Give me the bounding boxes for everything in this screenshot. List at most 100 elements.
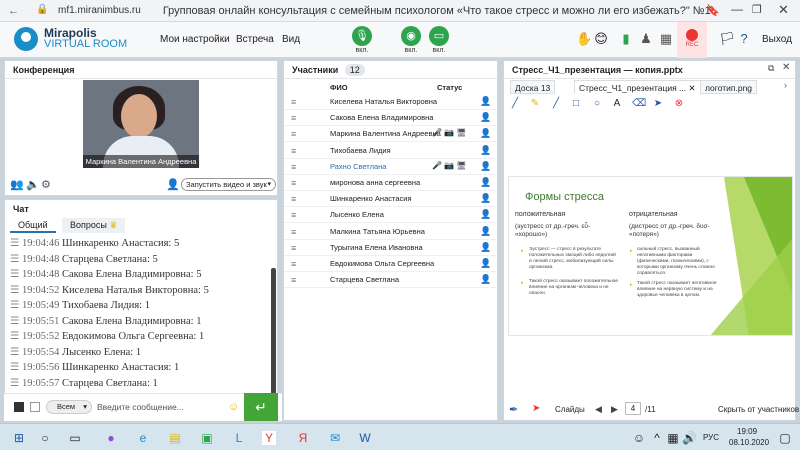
emoji-icon[interactable]: 😊 <box>594 32 608 46</box>
message-menu-icon[interactable]: ☰ <box>10 362 22 373</box>
video-tile[interactable]: Маркина Валентина Андреевна <box>83 80 199 168</box>
ellipse-icon[interactable]: ○ <box>591 98 603 109</box>
camera-toggle[interactable]: ◉ вкл. <box>401 26 421 54</box>
message-menu-icon[interactable]: ☰ <box>10 316 22 327</box>
drag-handle-icon[interactable]: ≡ <box>291 194 296 204</box>
tray-language[interactable]: РУС <box>703 433 719 442</box>
language-flag-icon[interactable]: 🏳 <box>719 32 736 46</box>
participant-row[interactable]: ≡ Рахно Светлана 🎤 📷 🖥 👤 <box>284 159 496 175</box>
column-status-header[interactable]: Статус <box>437 83 462 92</box>
presenter-icon[interactable]: ♟ <box>639 32 653 46</box>
drag-handle-icon[interactable]: ≡ <box>291 227 296 237</box>
pen-icon[interactable]: ╱ <box>509 98 521 109</box>
message-menu-icon[interactable]: ☰ <box>10 347 22 358</box>
text-icon[interactable]: A <box>611 98 623 109</box>
recipient-select[interactable]: Всем ▾ <box>46 400 92 414</box>
drag-handle-icon[interactable]: ≡ <box>291 129 296 139</box>
tab-general[interactable]: Общий <box>10 218 56 233</box>
tray-chevron-icon[interactable]: ^ <box>650 431 664 445</box>
send-button[interactable]: ↵ <box>244 393 278 421</box>
tray-time[interactable]: 19:09 <box>737 427 757 436</box>
page-input[interactable]: 4 <box>625 402 641 415</box>
mail-icon[interactable]: ✉ <box>328 431 342 445</box>
back-arrow-icon[interactable]: ← <box>8 5 19 17</box>
tab-board[interactable]: Доска 13 <box>510 80 556 94</box>
participant-row[interactable]: ≡ Лысенко Елена 👤 <box>284 207 496 224</box>
message-menu-icon[interactable]: ☰ <box>10 285 22 296</box>
drag-handle-icon[interactable]: ≡ <box>291 259 296 269</box>
explorer-icon[interactable]: ▤ <box>168 431 182 445</box>
chat-scrollbar[interactable] <box>271 268 276 394</box>
participant-row[interactable]: ≡ Шинкаренко Анастасия 👤 <box>284 191 496 208</box>
participant-row[interactable]: ≡ Евдокимова Ольга Сергеевна 👤 <box>284 256 496 272</box>
message-menu-icon[interactable]: ☰ <box>10 254 22 265</box>
line-icon[interactable]: ╱ <box>550 98 562 109</box>
microphone-toggle[interactable]: 🎙 вкл. <box>352 26 372 54</box>
tray-date[interactable]: 08.10.2020 <box>729 438 769 447</box>
drag-handle-icon[interactable]: ≡ <box>291 275 296 285</box>
message-menu-icon[interactable]: ☰ <box>10 378 22 389</box>
message-menu-icon[interactable]: ☰ <box>10 331 22 342</box>
hide-from-participants[interactable]: Скрыть от участников <box>718 405 799 414</box>
drag-handle-icon[interactable]: ≡ <box>291 210 296 220</box>
user-settings-icon[interactable]: ⚙ <box>41 178 51 191</box>
alice-icon[interactable]: ● <box>104 431 118 445</box>
tray-volume-icon[interactable]: 🔊 <box>682 431 697 445</box>
tab-scroll-icon[interactable]: › <box>784 80 787 90</box>
menu-view[interactable]: Вид <box>282 34 300 45</box>
record-button[interactable]: REC <box>677 22 707 58</box>
highlighter-icon[interactable]: ✎ <box>529 98 541 109</box>
drag-handle-icon[interactable]: ≡ <box>291 243 296 253</box>
popout-icon[interactable]: ⧉ <box>768 63 774 74</box>
close-panel-icon[interactable]: ✕ <box>782 62 790 73</box>
participant-row[interactable]: ≡ миронова анна сергеевна 👤 <box>284 175 496 191</box>
poll-icon[interactable]: ▮ <box>619 32 633 46</box>
message-menu-icon[interactable]: ☰ <box>10 269 22 280</box>
message-input[interactable]: Введите сообщение... <box>97 402 184 412</box>
task-view-icon[interactable]: ▭ <box>68 431 82 445</box>
drag-handle-icon[interactable]: ≡ <box>291 146 296 156</box>
message-menu-icon[interactable]: ☰ <box>10 238 22 249</box>
menu-my-settings[interactable]: Мои настройки <box>160 34 230 45</box>
participants-video-icon[interactable]: 👥 <box>10 178 24 191</box>
yandex-browser-icon[interactable]: Y <box>262 431 276 445</box>
emoji-icon[interactable]: ☺ <box>228 401 239 413</box>
participant-row[interactable]: ≡ Турыгина Елена Ивановна 👤 <box>284 240 496 256</box>
search-icon[interactable]: ○ <box>38 431 52 445</box>
screen-share-toggle[interactable]: ▭ вкл. <box>429 26 449 54</box>
participant-row[interactable]: ≡ Сакова Елена Владимировна 👤 <box>284 110 496 127</box>
eraser-icon[interactable]: ⌫ <box>632 98 646 109</box>
text-color-icon[interactable] <box>14 402 24 412</box>
tray-network-icon[interactable]: ▦ <box>666 431 680 445</box>
bg-color-icon[interactable] <box>30 402 40 412</box>
prev-slide-icon[interactable]: ◀ <box>595 404 602 415</box>
drag-handle-icon[interactable]: ≡ <box>291 97 296 107</box>
pointer-icon[interactable]: ➤ <box>652 98 664 109</box>
restore-icon[interactable]: ❐ <box>752 3 762 16</box>
yandex-icon[interactable]: Я <box>296 431 310 445</box>
participant-row[interactable]: ≡ Тихобаева Лидия 👤 <box>284 143 496 159</box>
tab-presentation[interactable]: Стресс_Ч1_презентация ... ✕ <box>574 80 701 94</box>
tab-logo[interactable]: логотип.png <box>700 80 758 94</box>
rectangle-icon[interactable]: □ <box>570 98 582 109</box>
clear-icon[interactable]: ⊗ <box>673 98 685 109</box>
menu-meeting[interactable]: Встреча <box>236 34 274 45</box>
store-icon[interactable]: ▣ <box>200 431 214 445</box>
speaker-icon[interactable]: 🔈 <box>26 178 40 191</box>
start-video-select[interactable]: Запустить видео и звук ▾ <box>181 178 276 191</box>
help-icon[interactable]: ? <box>737 32 751 46</box>
edge-icon[interactable]: e <box>136 431 150 445</box>
participant-row[interactable]: ≡ Киселева Наталья Викторовна 👤 <box>284 94 496 110</box>
pointer-mode-icon[interactable]: ➤ <box>532 403 540 414</box>
close-icon[interactable]: ✕ <box>778 2 789 18</box>
app-l-icon[interactable]: L <box>232 431 246 445</box>
exit-button[interactable]: Выход <box>762 34 792 45</box>
notifications-icon[interactable]: ▢ <box>778 431 792 445</box>
drag-handle-icon[interactable]: ≡ <box>291 178 296 188</box>
drag-handle-icon[interactable]: ≡ <box>291 113 296 123</box>
tray-person-icon[interactable]: ☺ <box>632 431 646 445</box>
participant-row[interactable]: ≡ Старцева Светлана 👤 <box>284 272 496 289</box>
draw-mode-icon[interactable]: ✒ <box>509 403 518 416</box>
next-slide-icon[interactable]: ▶ <box>611 404 618 415</box>
participant-row[interactable]: ≡ Маркина Валентина Андреевна 🎤 📷 🖥 👤 <box>284 126 496 143</box>
